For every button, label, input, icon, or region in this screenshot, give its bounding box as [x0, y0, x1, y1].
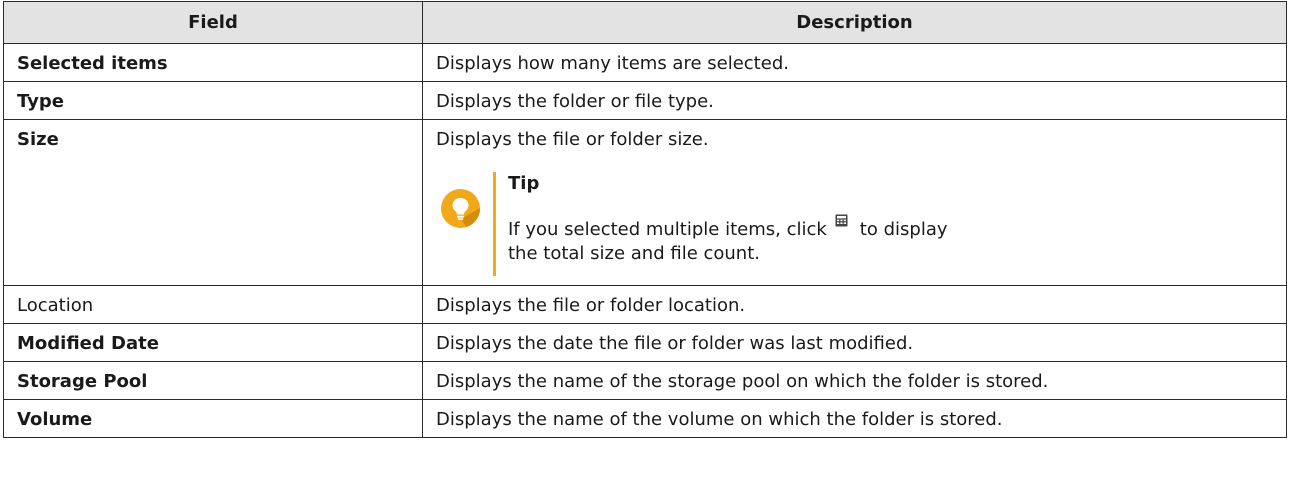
tip-accent-bar — [493, 172, 496, 276]
description-cell: Displays the name of the volume on which… — [422, 399, 1287, 438]
fields-table: Field Description Selected items Display… — [3, 1, 1287, 438]
table-row: Type Displays the folder or file type. — [3, 81, 1287, 120]
column-header-description: Description — [422, 1, 1287, 44]
description-cell: Displays how many items are selected. — [422, 43, 1287, 82]
field-cell: Volume — [3, 399, 423, 438]
table-row: Selected items Displays how many items a… — [3, 43, 1287, 82]
field-cell: Modified Date — [3, 323, 423, 362]
table-header-row: Field Description — [3, 1, 1287, 44]
description-cell: Displays the date the file or folder was… — [422, 323, 1287, 362]
description-cell: Displays the name of the storage pool on… — [422, 361, 1287, 400]
lightbulb-icon — [441, 189, 480, 228]
table-row: Volume Displays the name of the volume o… — [3, 399, 1287, 438]
description-cell: Displays the folder or file type. — [422, 81, 1287, 120]
field-cell: Type — [3, 81, 423, 120]
table-row: Modified Date Displays the date the file… — [3, 323, 1287, 362]
field-cell: Storage Pool — [3, 361, 423, 400]
table-row: Size Displays the file or folder size. T… — [3, 119, 1287, 286]
field-cell: Size — [3, 119, 423, 286]
tip-callout: Tip If you selected multiple items, clic… — [436, 172, 1273, 276]
tip-text: If you selected multiple items, click to… — [508, 210, 968, 266]
tip-body: Tip If you selected multiple items, clic… — [508, 172, 968, 266]
description-cell: Displays the file or folder location. — [422, 285, 1287, 324]
column-header-field: Field — [3, 1, 423, 44]
table-row: Storage Pool Displays the name of the st… — [3, 361, 1287, 400]
description-text: Displays the file or folder size. — [436, 129, 709, 150]
tip-text-before: If you selected multiple items, click — [508, 219, 827, 240]
table-row: Location Displays the file or folder loc… — [3, 285, 1287, 324]
calculator-icon[interactable] — [835, 210, 848, 227]
field-cell: Location — [3, 285, 423, 324]
tip-title: Tip — [508, 173, 540, 194]
field-cell: Selected items — [3, 43, 423, 82]
description-cell: Displays the file or folder size. Tip If… — [422, 119, 1287, 286]
